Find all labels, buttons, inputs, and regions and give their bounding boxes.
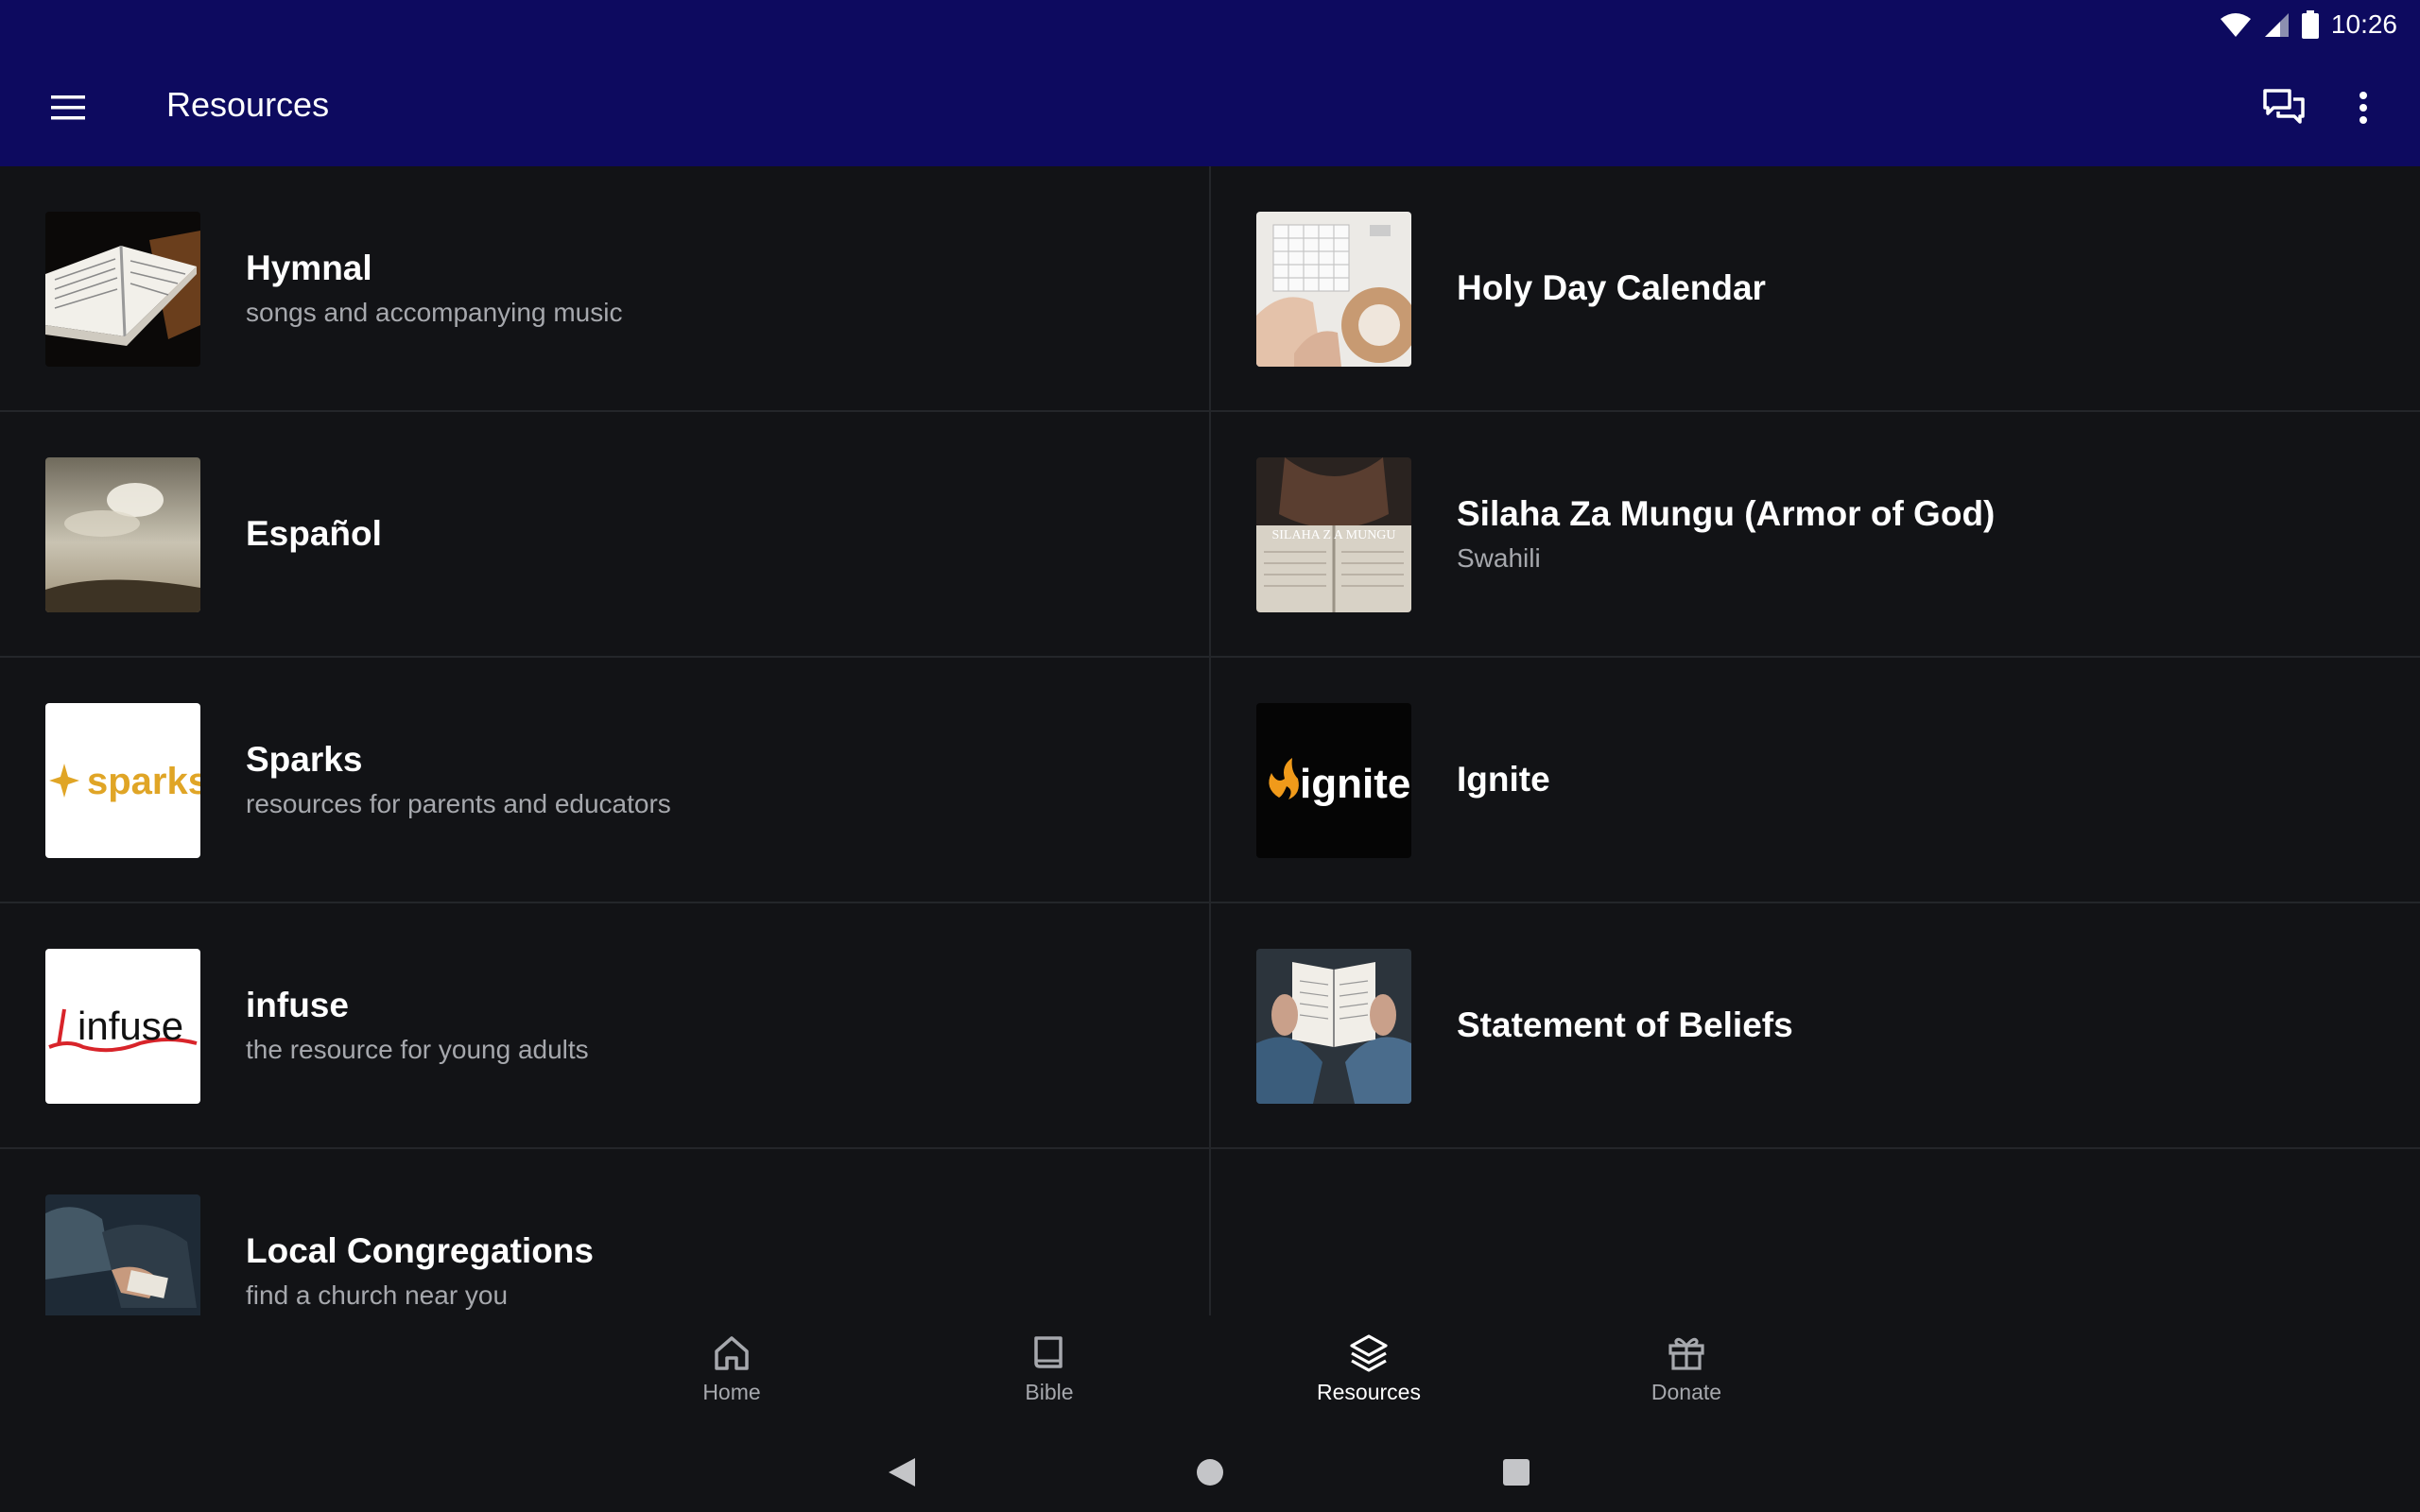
nav-label: Resources [1317,1380,1421,1404]
resource-title: Sparks [246,740,363,779]
chat-button[interactable] [2250,77,2318,138]
resource-holy-day-calendar[interactable]: Holy Day Calendar [1211,166,2420,412]
ignite-thumbnail: ignite [1256,703,1411,858]
holy-day-calendar-thumbnail [1256,212,1411,367]
sparks-thumb-text: sparks [87,761,200,802]
resource-ignite[interactable]: ignite Ignite [1211,658,2420,903]
nav-label: Bible [1025,1380,1074,1404]
resource-title: Holy Day Calendar [1457,268,1766,307]
chat-icon [2263,89,2305,124]
infuse-thumbnail: infuse [45,949,200,1104]
gift-icon [1668,1337,1704,1370]
resource-title: Ignite [1457,760,1550,799]
status-bar: 10:26 [0,0,2420,47]
resource-title: Español [246,514,382,553]
resource-title: Statement of Beliefs [1457,1005,1793,1044]
resource-sparks[interactable]: sparks Sparks resources for parents and … [0,658,1209,903]
ignite-thumb-text: ignite [1300,761,1410,807]
resource-subtitle: Swahili [1457,543,1541,573]
resource-subtitle: find a church near you [246,1280,509,1310]
resource-infuse[interactable]: infuse infuse the resource for young adu… [0,903,1209,1149]
system-back-button[interactable] [872,1444,932,1501]
page-title: Resources [166,85,330,124]
resource-hymnal[interactable]: Hymnal songs and accompanying music [0,166,1209,412]
more-vert-icon [2360,92,2367,124]
wifi-icon [2220,13,2251,37]
back-icon [889,1458,915,1486]
system-recents-button[interactable] [1486,1444,1547,1501]
nav-donate[interactable]: Donate [1601,1327,1772,1421]
recents-icon [1503,1459,1530,1486]
espanol-thumbnail [45,457,200,612]
nav-home[interactable]: Home [647,1327,817,1421]
book-icon [1034,1336,1063,1368]
nav-bible[interactable]: Bible [964,1327,1134,1421]
menu-button[interactable] [38,81,98,134]
local-congregations-thumbnail [45,1194,200,1315]
home-circle-icon [1197,1459,1223,1486]
resource-title: Hymnal [246,249,372,287]
more-options-button[interactable] [2329,77,2397,138]
resources-grid: Hymnal songs and accompanying music Holy… [0,166,2420,1315]
hymnal-thumbnail [45,212,200,367]
resource-espanol[interactable]: Español [0,412,1209,658]
resource-subtitle: songs and accompanying music [246,298,623,327]
nav-label: Home [702,1380,761,1404]
resource-local-congregations[interactable]: Local Congregations find a church near y… [0,1149,1209,1315]
system-home-button[interactable] [1180,1444,1240,1501]
statement-of-beliefs-thumbnail [1256,949,1411,1104]
home-icon [715,1336,749,1370]
resource-statement-of-beliefs[interactable]: Statement of Beliefs [1211,903,2420,1149]
bottom-navigation: Home Bible Resources Donate [0,1315,2420,1429]
cell-signal-icon [2264,13,2289,37]
nav-resources[interactable]: Resources [1284,1327,1454,1421]
resource-title: infuse [246,986,349,1024]
status-time: 10:26 [2330,9,2397,39]
silaha-za-mungu-thumbnail: SILAHA Z A MUNGU [1256,457,1411,612]
sparks-thumbnail: sparks [45,703,200,858]
menu-icon [51,95,85,120]
layers-icon [1350,1334,1388,1372]
silaha-thumb-text: SILAHA Z A MUNGU [1271,528,1395,542]
resource-subtitle: the resource for young adults [246,1035,589,1064]
resource-subtitle: resources for parents and educators [246,789,671,818]
resource-title: Local Congregations [246,1231,594,1270]
app-bar: Resources [0,47,2420,166]
infuse-thumb-text: infuse [78,1004,183,1048]
nav-label: Donate [1651,1380,1722,1404]
battery-icon [2301,10,2319,39]
status-icons: 10:26 [2220,6,2397,43]
resource-title: Silaha Za Mungu (Armor of God) [1457,494,1996,533]
resource-silaha-za-mungu[interactable]: SILAHA Z A MUNGU Silaha Za Mungu (Armor … [1211,412,2420,658]
system-navigation [0,1429,2420,1512]
